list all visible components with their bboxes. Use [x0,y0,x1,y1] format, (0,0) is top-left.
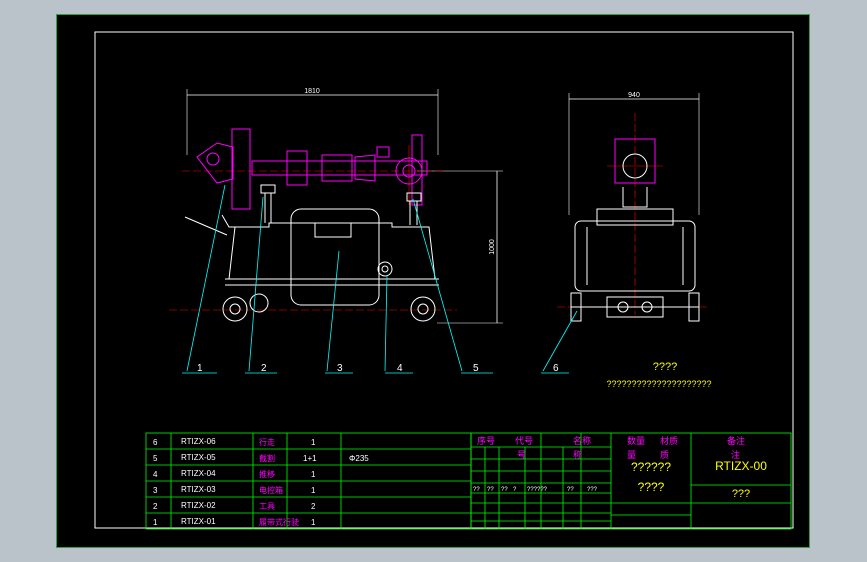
parts-list-rows: 6 RTIZX-06 行走 1 5 RTIZX-05 截割 1+1 Φ235 4… [153,437,369,527]
header-code: 代号 [515,436,533,446]
row-no: 2 [153,502,158,511]
header-material: 材质 [660,435,678,446]
row-no: 3 [153,486,158,495]
callout-2: 2 [261,363,267,374]
dim-height: 1000 [489,239,496,255]
header-name-2: 称 [573,449,582,460]
title-block-text: 序号 代号 号 名称 称 数量 量 材质 质 备注 注 ?????? ???? … [473,435,767,500]
mini-cell: ?? [487,487,494,493]
row-code: RTIZX-02 [181,501,216,510]
row-no: 5 [153,454,158,463]
parts-list-table [145,432,472,530]
note-text: ????????????????????? [606,379,711,389]
header-qty: 数量 [627,435,645,446]
dim-width-side: 1810 [304,88,320,95]
row-code: RTIZX-04 [181,469,216,478]
header-name: 名称 [573,435,591,446]
row-name: 电控箱 [259,485,283,495]
scale-text: ??? [732,488,750,500]
drawing-number: RTIZX-00 [715,459,767,473]
callout-4: 4 [397,363,403,374]
row-name: 推移 [259,469,275,479]
dim-width-front: 940 [628,92,640,99]
front-view: 940 ???? ????????????????????? [557,92,712,389]
callout-1: 1 [197,363,203,374]
title-q2: ?????? [631,460,671,474]
mini-cell: ??? [587,487,598,493]
callout-3: 3 [337,363,343,374]
row-no: 4 [153,470,158,479]
callout-5: 5 [473,363,479,374]
header-code-2: 号 [517,450,526,460]
mini-cell: ?? [567,487,574,493]
callout-6: 6 [553,363,559,374]
row-qty: 1+1 [303,454,317,463]
note-title: ???? [653,361,677,373]
row-name: 截割 [259,453,275,463]
cad-drawing: 1810 1000 940 ???? ?????????????????????… [94,31,794,530]
row-code: RTIZX-03 [181,485,216,494]
row-qty: 1 [311,438,316,447]
row-name: 履带式行驶 [259,517,299,527]
callout-labels: 1 2 3 4 5 6 [197,363,559,374]
header-qty-2: 量 [627,450,636,460]
row-code: RTIZX-06 [181,437,216,446]
row-code: RTIZX-01 [181,517,216,526]
row-remark: Φ235 [349,454,369,463]
mini-cell: ? [513,487,517,493]
row-qty: 1 [311,518,316,527]
side-view: 1810 1000 [169,88,503,324]
mini-cell: ?????? [527,487,548,493]
row-qty: 1 [311,470,316,479]
header-material-2: 质 [660,449,669,460]
row-code: RTIZX-05 [181,453,216,462]
row-no: 6 [153,438,158,447]
row-qty: 1 [311,486,316,495]
header-remark: 备注 [727,435,745,446]
row-no: 1 [153,518,158,527]
row-name: 行走 [259,437,275,447]
mini-cell: ?? [473,487,480,493]
row-name: 工具 [259,502,275,511]
row-qty: 2 [311,502,316,511]
title-block [470,432,792,530]
drawing-canvas: 1810 1000 940 ???? ?????????????????????… [56,14,810,548]
header-no: 序号 [477,435,495,446]
title-q: ???? [638,480,665,494]
mini-cell: ?? [501,487,508,493]
